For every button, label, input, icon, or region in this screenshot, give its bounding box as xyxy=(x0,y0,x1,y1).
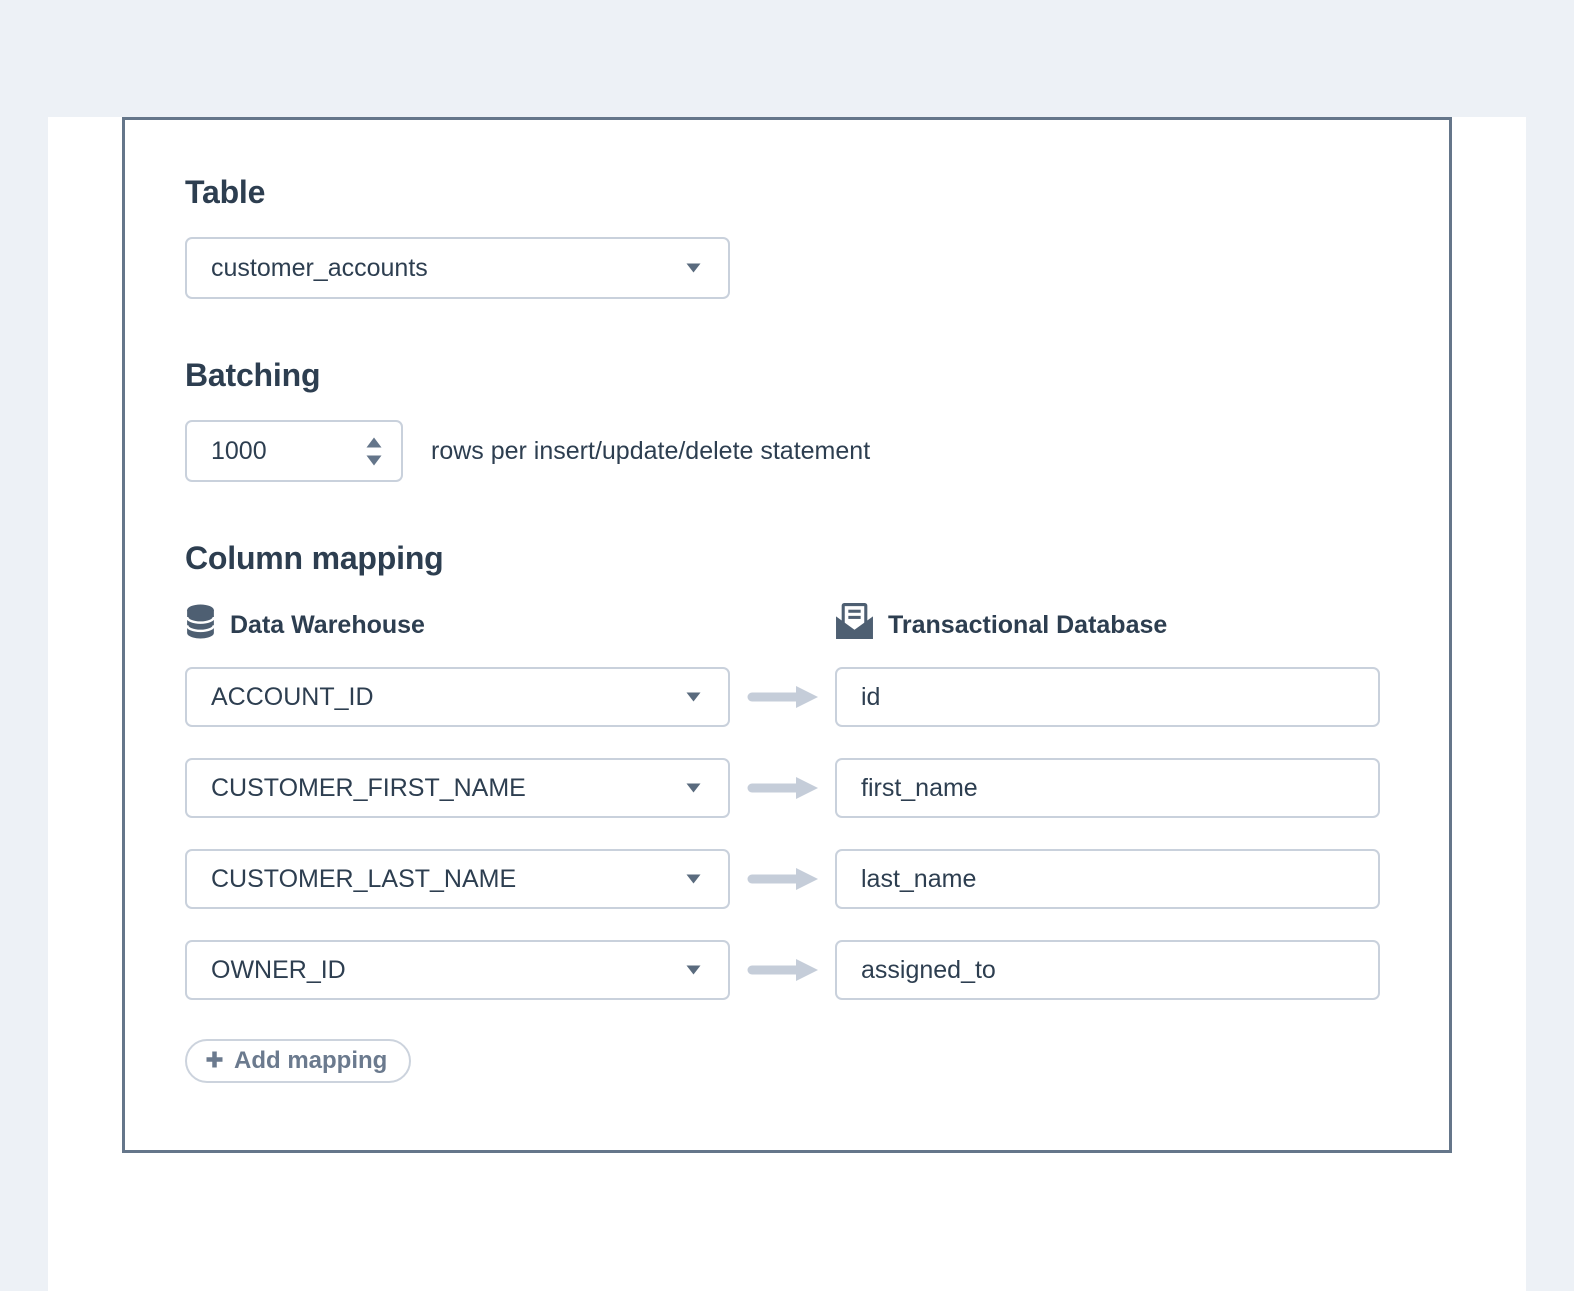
arrow-right-icon xyxy=(730,866,835,892)
chevron-down-icon xyxy=(685,262,702,274)
batch-size-value: 1000 xyxy=(211,437,267,466)
source-column-value: CUSTOMER_LAST_NAME xyxy=(211,865,516,894)
chevron-down-icon xyxy=(685,873,702,885)
mapping-column-headers: Data Warehouse Transactional Database xyxy=(185,603,1389,647)
mapping-row: ACCOUNT_ID xyxy=(185,667,1389,727)
table-select[interactable]: customer_accounts xyxy=(185,237,730,299)
source-column-select[interactable]: ACCOUNT_ID xyxy=(185,667,730,727)
source-column-select[interactable]: CUSTOMER_FIRST_NAME xyxy=(185,758,730,818)
add-mapping-button-label: Add mapping xyxy=(234,1047,387,1075)
batching-section: Batching 1000 rows per insert/update/del… xyxy=(185,357,1389,482)
mapping-row: OWNER_ID xyxy=(185,940,1389,1000)
add-mapping-button[interactable]: Add mapping xyxy=(185,1039,411,1083)
batch-size-unit-label: rows per insert/update/delete statement xyxy=(431,437,870,466)
destination-column-header: Transactional Database xyxy=(835,603,1167,647)
database-icon xyxy=(185,604,216,646)
destination-column-header-label: Transactional Database xyxy=(888,611,1167,640)
up-down-triangles-icon[interactable] xyxy=(365,436,383,467)
source-column-value: OWNER_ID xyxy=(211,956,346,985)
batching-row: 1000 rows per insert/update/delete state… xyxy=(185,420,1389,482)
open-envelope-letter-icon xyxy=(835,603,874,647)
arrow-right-icon xyxy=(730,957,835,983)
table-section-heading: Table xyxy=(185,174,1389,211)
destination-column-input[interactable] xyxy=(835,940,1380,1000)
arrow-right-icon xyxy=(730,684,835,710)
destination-column-input[interactable] xyxy=(835,758,1380,818)
table-select-value: customer_accounts xyxy=(211,254,428,283)
mapping-row: CUSTOMER_FIRST_NAME xyxy=(185,758,1389,818)
source-column-header-label: Data Warehouse xyxy=(230,611,425,640)
column-mapping-section: Column mapping Data Warehouse xyxy=(185,540,1389,1083)
arrow-right-icon xyxy=(730,775,835,801)
destination-column-input[interactable] xyxy=(835,667,1380,727)
chevron-down-icon xyxy=(685,691,702,703)
source-column-header: Data Warehouse xyxy=(185,604,835,646)
content-panel: Table customer_accounts Batching 1000 xyxy=(48,117,1526,1291)
source-column-value: CUSTOMER_FIRST_NAME xyxy=(211,774,526,803)
source-column-select[interactable]: CUSTOMER_LAST_NAME xyxy=(185,849,730,909)
batching-section-heading: Batching xyxy=(185,357,1389,394)
mapping-row: CUSTOMER_LAST_NAME xyxy=(185,849,1389,909)
destination-column-input[interactable] xyxy=(835,849,1380,909)
chevron-down-icon xyxy=(685,782,702,794)
plus-icon xyxy=(205,1050,224,1072)
source-column-select[interactable]: OWNER_ID xyxy=(185,940,730,1000)
source-column-value: ACCOUNT_ID xyxy=(211,683,374,712)
page-background: Table customer_accounts Batching 1000 xyxy=(0,0,1574,1270)
batch-size-stepper[interactable]: 1000 xyxy=(185,420,403,482)
chevron-down-icon xyxy=(685,964,702,976)
sync-config-card: Table customer_accounts Batching 1000 xyxy=(122,117,1452,1153)
mapping-rows-list: ACCOUNT_ID xyxy=(185,667,1389,1000)
table-section: Table customer_accounts xyxy=(185,174,1389,299)
mapping-section-heading: Column mapping xyxy=(185,540,1389,577)
